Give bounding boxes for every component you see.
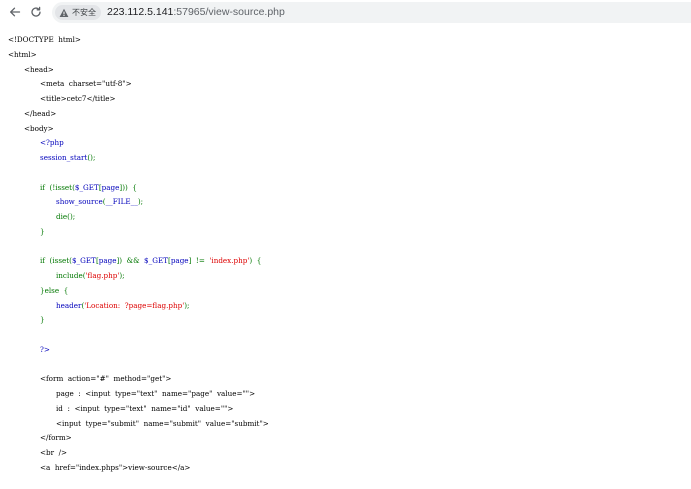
code-line: ?> xyxy=(40,345,50,354)
code-token: page xyxy=(170,256,189,266)
code-token: 'Location: ?page=flag.php' xyxy=(84,300,185,310)
security-label: 不安全 xyxy=(72,8,96,17)
back-arrow-icon[interactable] xyxy=(6,3,24,21)
code-line: <br /> xyxy=(40,448,67,457)
code-token: <input type="submit" name="submit" value… xyxy=(56,418,269,428)
code-line: <a href="index.phps">view-source</a> xyxy=(40,463,190,472)
code-token: ) { xyxy=(249,256,262,266)
code-line: } xyxy=(40,315,45,324)
code-token: __FILE__ xyxy=(105,197,138,207)
browser-toolbar: 不安全 223.112.5.141:57965/view-source.php xyxy=(0,0,691,25)
warning-triangle-icon xyxy=(59,8,69,18)
code-token: isset xyxy=(52,256,70,266)
code-line: <title>cetc7</title> xyxy=(40,94,116,103)
code-line: die(); xyxy=(56,212,75,221)
code-line: } xyxy=(40,227,45,236)
code-token: ); xyxy=(184,300,190,310)
code-token: <body> xyxy=(24,123,54,133)
code-token: 'flag.php' xyxy=(85,271,120,280)
code-line: header('Location: ?page=flag.php'); xyxy=(56,301,189,310)
code-token: $_GET xyxy=(144,256,168,266)
code-token: $_GET xyxy=(71,256,96,266)
code-line: }else { xyxy=(40,286,68,295)
code-line: session_start(); xyxy=(40,153,95,162)
code-line: <input type="submit" name="submit" value… xyxy=(56,419,269,428)
code-token: <!DOCTYPE html> xyxy=(8,35,81,44)
code-token: include xyxy=(56,271,83,280)
code-line: <html> xyxy=(8,50,37,59)
code-token: </head> xyxy=(24,108,57,118)
url-path: :57965/view-source.php xyxy=(173,6,285,18)
code-line: <form action="#" method="get"> xyxy=(40,374,171,383)
code-token: ]) && xyxy=(116,256,145,266)
url-host: 223.112.5.141 xyxy=(107,6,174,18)
code-line: page : <input type="text" name="page" va… xyxy=(56,389,255,398)
code-token: isset xyxy=(55,182,73,192)
code-line: <?php xyxy=(40,138,64,147)
code-token: if (! xyxy=(40,182,56,192)
code-token: (); xyxy=(87,153,96,162)
code-token: $_GET xyxy=(74,182,99,192)
code-token: <br /> xyxy=(40,448,68,457)
code-token: } xyxy=(40,226,45,236)
code-token: die xyxy=(56,212,68,221)
code-line: <body> xyxy=(24,124,54,133)
code-token: page : <input type="text" name="page" va… xyxy=(56,389,256,398)
code-token: <html> xyxy=(8,49,37,59)
url-text[interactable]: 223.112.5.141:57965/view-source.php xyxy=(107,2,285,23)
reload-icon[interactable] xyxy=(27,3,45,21)
code-token: <title>cetc7</title> xyxy=(40,94,116,103)
address-bar[interactable]: 不安全 223.112.5.141:57965/view-source.php xyxy=(52,2,691,23)
code-token: </form> xyxy=(40,433,72,443)
code-token: <head> xyxy=(24,64,54,74)
code-token: session_start xyxy=(40,153,88,162)
code-line: id : <input type="text" name="id" value=… xyxy=(56,404,233,413)
code-token: 'index.php' xyxy=(209,256,250,266)
code-line: </head> xyxy=(24,109,56,118)
code-token: if ( xyxy=(40,256,53,266)
code-token: <form action="#" method="get"> xyxy=(40,374,172,384)
code-token: page xyxy=(98,256,117,266)
code-token: ])) { xyxy=(119,182,137,192)
code-line: <meta charset="utf-8"> xyxy=(40,79,132,88)
source-code-viewer: <!DOCTYPE html> <html> <head> <meta charset… xyxy=(0,25,691,489)
code-token: <meta charset="utf-8"> xyxy=(40,79,132,89)
code-token: header xyxy=(56,300,82,310)
code-line: include('flag.php'); xyxy=(56,271,125,280)
code-token: } xyxy=(40,315,45,325)
code-token: show_source xyxy=(56,197,103,207)
code-token: ?> xyxy=(40,344,50,354)
code-line: show_source(__FILE__); xyxy=(56,197,143,206)
code-line: <!DOCTYPE html> xyxy=(8,35,81,44)
code-token: ); xyxy=(137,197,144,207)
code-token: <a href="index.phps">view-source</a> xyxy=(40,462,191,472)
security-chip[interactable]: 不安全 xyxy=(55,5,101,20)
code-token: }else { xyxy=(40,285,69,295)
code-token: ); xyxy=(119,271,125,280)
code-line: <head> xyxy=(24,65,54,74)
code-token: ] != xyxy=(188,256,210,266)
code-token: <?php xyxy=(40,138,64,148)
code-token: (); xyxy=(67,212,76,221)
code-token: id : <input type="text" name="id" value=… xyxy=(56,403,234,413)
code-line: </form> xyxy=(40,433,72,442)
code-line: if (isset($_GET[page]) && $_GET[page] !=… xyxy=(40,256,261,265)
code-line: if (!isset($_GET[page])) { xyxy=(40,183,137,192)
code-token: page xyxy=(101,182,120,192)
